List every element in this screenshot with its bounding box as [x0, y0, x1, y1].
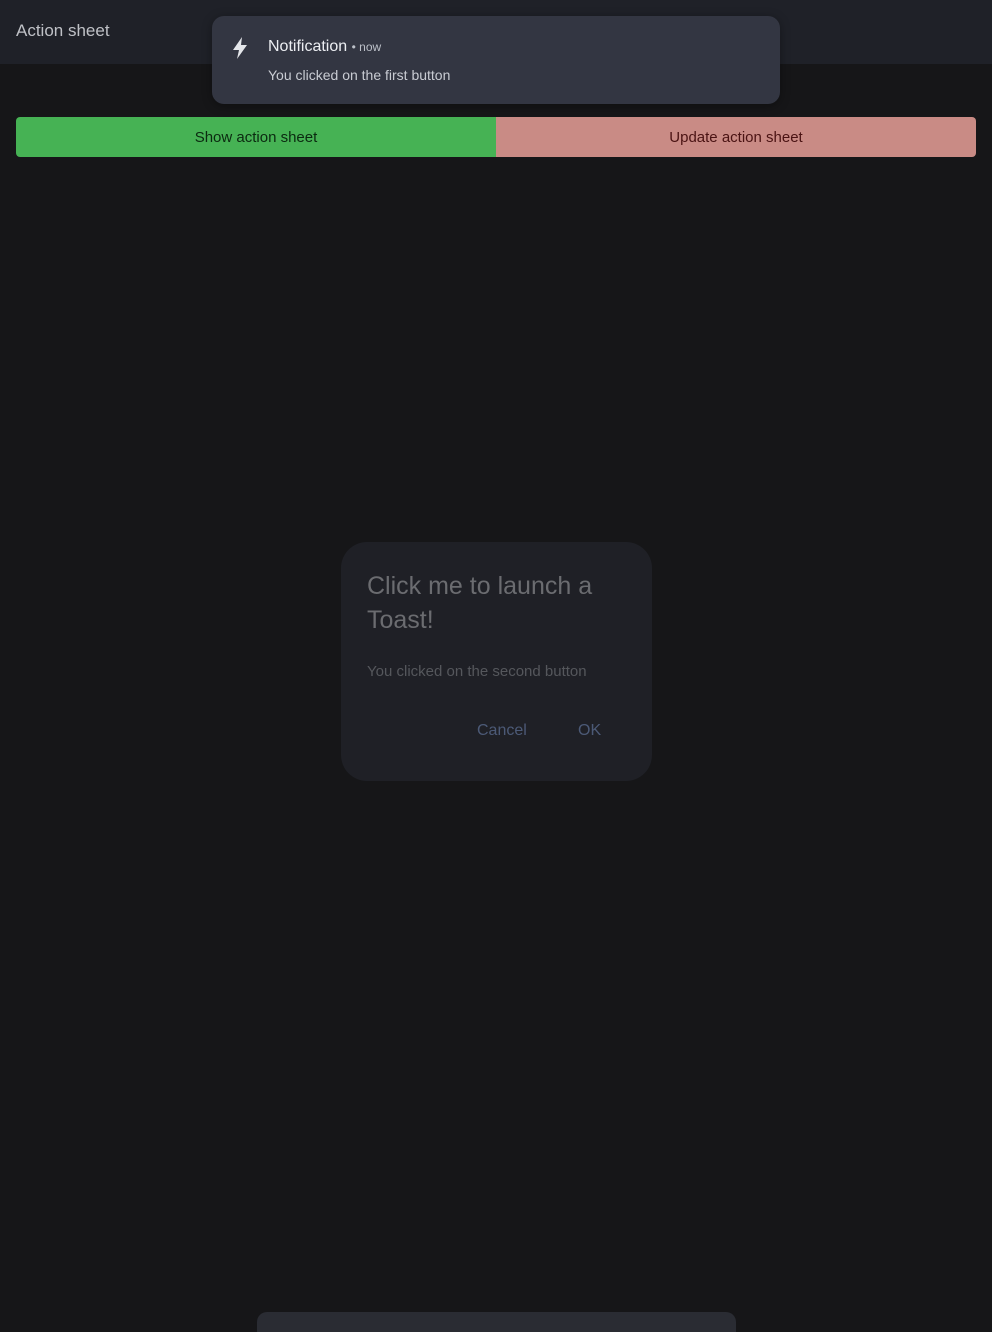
toast-title: Notification	[268, 38, 348, 55]
notification-toast[interactable]: Notification • now You clicked on the fi…	[212, 16, 780, 104]
dialog-cancel-button[interactable]: Cancel	[477, 722, 527, 740]
bottom-sheet-edge[interactable]	[257, 1312, 736, 1332]
app-bar-title: Action sheet	[16, 21, 110, 40]
alert-dialog: Click me to launch a Toast! You clicked …	[341, 542, 652, 781]
toast-header: Notification • now	[268, 38, 381, 56]
action-button-row: Show action sheet Update action sheet	[16, 117, 976, 157]
dialog-message: You clicked on the second button	[367, 663, 587, 680]
bolt-icon	[233, 37, 247, 59]
dialog-title: Click me to launch a Toast!	[367, 572, 593, 634]
update-action-sheet-button[interactable]: Update action sheet	[496, 117, 976, 157]
show-action-sheet-button[interactable]: Show action sheet	[16, 117, 496, 157]
toast-message: You clicked on the first button	[268, 67, 451, 83]
dialog-ok-button[interactable]: OK	[578, 722, 601, 740]
toast-time: • now	[351, 40, 382, 54]
